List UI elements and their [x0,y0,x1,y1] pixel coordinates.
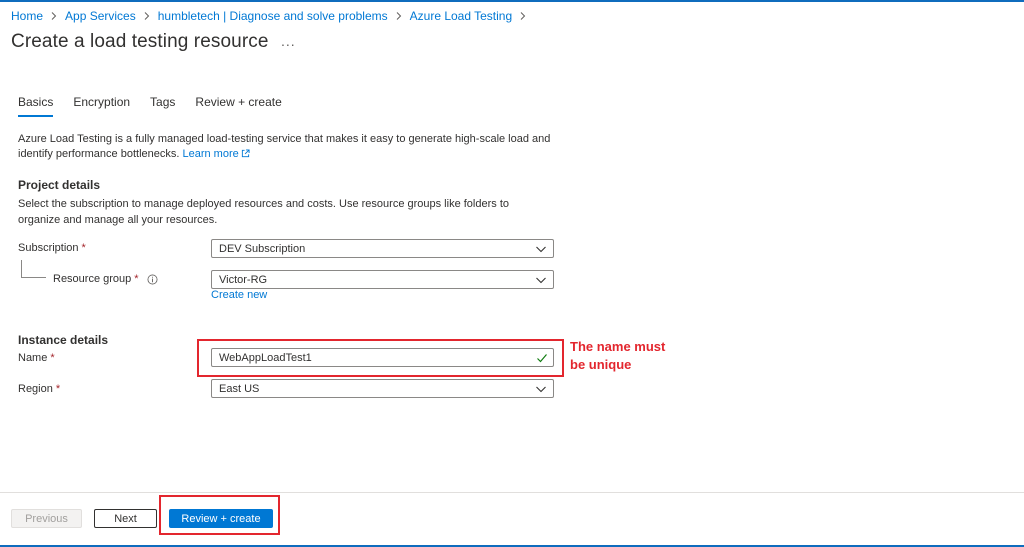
tab-list: Basics Encryption Tags Review + create [18,95,302,117]
region-dropdown[interactable]: East US [211,379,554,398]
breadcrumb-home[interactable]: Home [11,9,43,23]
breadcrumb: Home App Services humbletech | Diagnose … [11,9,534,23]
subscription-dropdown[interactable]: DEV Subscription [211,239,554,258]
chevron-right-icon [395,12,403,20]
subscription-value: DEV Subscription [219,242,306,255]
resource-group-label: Resource group * [53,273,158,285]
tab-tags[interactable]: Tags [150,95,175,117]
info-icon[interactable] [147,274,158,285]
required-indicator: * [50,352,55,364]
annotation-highlight-review [159,495,280,535]
external-link-icon [241,149,250,158]
intro-text: Azure Load Testing is a fully managed lo… [18,133,551,160]
previous-button[interactable]: Previous [11,509,82,528]
create-new-link[interactable]: Create new [211,289,267,301]
annotation-line-2: be unique [570,357,632,372]
resource-group-value: Victor-RG [219,273,268,286]
subscription-label-text: Subscription [18,242,79,254]
tree-connector-vertical [21,260,22,277]
learn-more-link[interactable]: Learn more [182,148,250,160]
page-title: Create a load testing resource [11,31,269,52]
region-label-text: Region [18,383,53,395]
chevron-down-icon [536,386,546,392]
annotation-highlight-name [197,339,564,377]
required-indicator: * [134,273,139,285]
resource-group-label-text: Resource group [53,273,132,285]
top-border [0,0,1024,2]
tab-review-create[interactable]: Review + create [195,95,281,117]
intro-description: Azure Load Testing is a fully managed lo… [18,132,558,162]
breadcrumb-diagnose[interactable]: humbletech | Diagnose and solve problems [158,9,388,23]
breadcrumb-app-services[interactable]: App Services [65,9,136,23]
chevron-right-icon [143,12,151,20]
chevron-down-icon [536,277,546,283]
instance-details-title: Instance details [18,333,109,347]
required-indicator: * [55,383,61,395]
chevron-right-icon [50,12,58,20]
annotation-line-1: The name must [570,339,666,354]
annotation-text: The name must be unique [570,338,700,374]
required-indicator: * [81,242,86,254]
tree-connector-horizontal [21,277,46,278]
chevron-down-icon [536,246,546,252]
tab-basics[interactable]: Basics [18,95,54,117]
chevron-right-icon [519,12,527,20]
region-label: Region * [18,383,60,395]
name-label: Name * [18,352,55,364]
resource-group-dropdown[interactable]: Victor-RG [211,270,554,289]
region-value: East US [219,382,260,395]
breadcrumb-azure-load-testing[interactable]: Azure Load Testing [410,9,513,23]
project-details-description: Select the subscription to manage deploy… [18,198,509,226]
subscription-label: Subscription * [18,242,86,254]
more-options-button[interactable]: ... [281,33,296,49]
project-details-title: Project details [18,178,101,192]
tab-encryption[interactable]: Encryption [73,95,130,117]
name-label-text: Name [18,352,48,364]
learn-more-label: Learn more [182,148,239,160]
next-button[interactable]: Next [94,509,157,528]
footer-divider [0,492,1024,493]
